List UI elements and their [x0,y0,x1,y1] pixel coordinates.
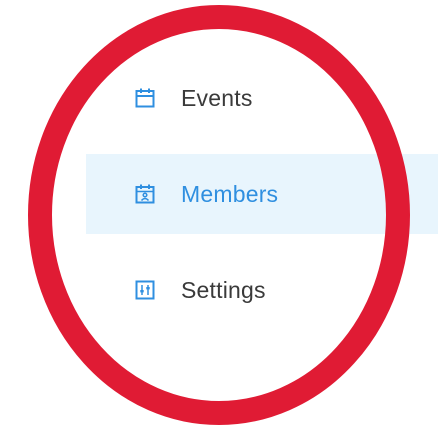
sidebar-item-label: Settings [181,276,266,303]
calendar-user-icon [134,183,156,205]
calendar-icon [134,87,156,109]
sliders-icon [134,279,156,301]
screenshot-canvas: Events Members Settings [0,0,438,429]
sidebar-item-events[interactable]: Events [86,58,438,138]
sidebar-item-label: Events [181,84,253,111]
sidebar-item-members[interactable]: Members [86,154,438,234]
sidebar-nav: Events Members Settings [0,0,438,429]
sidebar-item-label: Members [181,180,279,207]
sidebar-item-settings[interactable]: Settings [86,250,438,330]
